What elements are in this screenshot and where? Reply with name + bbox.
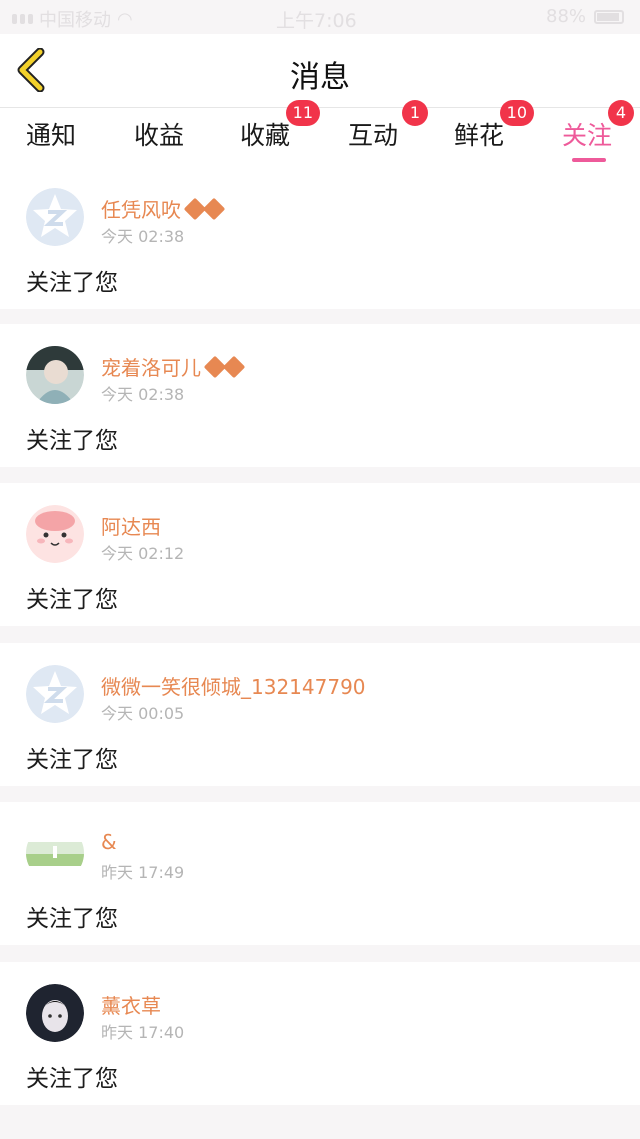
tab-favorites[interactable]: 收藏 11 xyxy=(240,100,321,152)
username[interactable]: & xyxy=(101,830,117,854)
tab-label: 收益 xyxy=(134,121,185,150)
battery-percent: 88% xyxy=(546,6,587,27)
username-text: 阿达西 xyxy=(101,515,161,539)
username-text: 薰衣草 xyxy=(101,994,161,1018)
tab-earnings[interactable]: 收益 xyxy=(134,116,184,152)
username-text: 宠着洛可儿 xyxy=(101,356,201,380)
list-item[interactable]: 微微一笑很倾城_132147790 今天 00:05 关注了您 xyxy=(0,643,640,786)
flowers-badge: 10 xyxy=(499,100,535,126)
tab-interactions[interactable]: 互动 1 xyxy=(348,100,429,152)
portrait-avatar-icon[interactable] xyxy=(26,984,84,1042)
message-time: 今天 02:38 xyxy=(101,385,185,404)
username[interactable]: 微微一笑很倾城_132147790 xyxy=(101,671,366,700)
list-item[interactable]: & 昨天 17:49 关注了您 xyxy=(0,802,640,945)
default-avatar-icon[interactable] xyxy=(26,188,84,246)
vip-diamond-icon xyxy=(183,197,226,220)
message-time: 今天 00:05 xyxy=(101,704,185,723)
tab-label: 关注 xyxy=(562,121,613,150)
message-text: 关注了您 xyxy=(26,428,118,454)
default-avatar-icon[interactable] xyxy=(26,665,84,723)
username[interactable]: 宠着洛可儿 xyxy=(101,352,246,381)
tab-follows[interactable]: 关注 4 xyxy=(562,100,635,162)
message-text: 关注了您 xyxy=(26,747,118,773)
username-text: & xyxy=(101,830,117,854)
message-time: 今天 02:12 xyxy=(101,544,185,563)
active-tab-indicator xyxy=(572,158,606,162)
follows-badge: 4 xyxy=(608,100,635,126)
message-text: 关注了您 xyxy=(26,906,118,932)
message-time: 今天 02:38 xyxy=(101,227,185,246)
favorites-badge: 11 xyxy=(285,100,321,126)
username[interactable]: 任凭风吹 xyxy=(101,194,226,223)
message-time: 昨天 17:40 xyxy=(101,1023,185,1042)
tab-label: 通知 xyxy=(26,121,77,150)
battery-icon xyxy=(594,10,624,24)
list-item[interactable]: 任凭风吹 今天 02:38 关注了您 xyxy=(0,166,640,309)
tab-bar: 通知 收益 收藏 11 互动 1 鲜花 10 关注 4 xyxy=(0,100,640,166)
tab-notifications[interactable]: 通知 xyxy=(26,116,76,152)
page-title: 消息 xyxy=(290,60,350,95)
tab-label: 收藏 xyxy=(240,121,291,150)
list-item[interactable]: 阿达西 今天 02:12 关注了您 xyxy=(0,483,640,626)
signal-icon xyxy=(12,14,33,24)
message-text: 关注了您 xyxy=(26,587,118,613)
photo-avatar-icon[interactable] xyxy=(26,346,84,404)
list-item[interactable]: 宠着洛可儿 今天 02:38 关注了您 xyxy=(0,324,640,467)
status-time: 上午7:06 xyxy=(276,10,357,32)
vip-diamond-icon xyxy=(203,355,246,378)
status-bar: 中国移动 ◠ 上午7:06 88% xyxy=(0,0,640,34)
carrier-label: 中国移动 xyxy=(39,10,111,31)
tab-label: 互动 xyxy=(348,121,399,150)
cartoon-avatar-icon[interactable] xyxy=(26,505,84,563)
list-item[interactable]: 薰衣草 昨天 17:40 关注了您 xyxy=(0,962,640,1105)
username[interactable]: 薰衣草 xyxy=(101,990,161,1019)
message-text: 关注了您 xyxy=(26,270,118,296)
carrier-group: 中国移动 ◠ xyxy=(12,6,133,32)
tab-label: 鲜花 xyxy=(454,121,505,150)
nav-bar: 消息 xyxy=(0,34,640,108)
message-time: 昨天 17:49 xyxy=(101,863,185,882)
username-text: 微微一笑很倾城_132147790 xyxy=(101,675,366,699)
wifi-icon: ◠ xyxy=(117,8,133,30)
interactions-badge: 1 xyxy=(402,100,429,126)
username[interactable]: 阿达西 xyxy=(101,511,161,540)
tab-flowers[interactable]: 鲜花 10 xyxy=(454,100,535,152)
message-text: 关注了您 xyxy=(26,1066,118,1092)
username-text: 任凭风吹 xyxy=(101,198,181,222)
landscape-avatar-icon[interactable] xyxy=(26,824,84,882)
